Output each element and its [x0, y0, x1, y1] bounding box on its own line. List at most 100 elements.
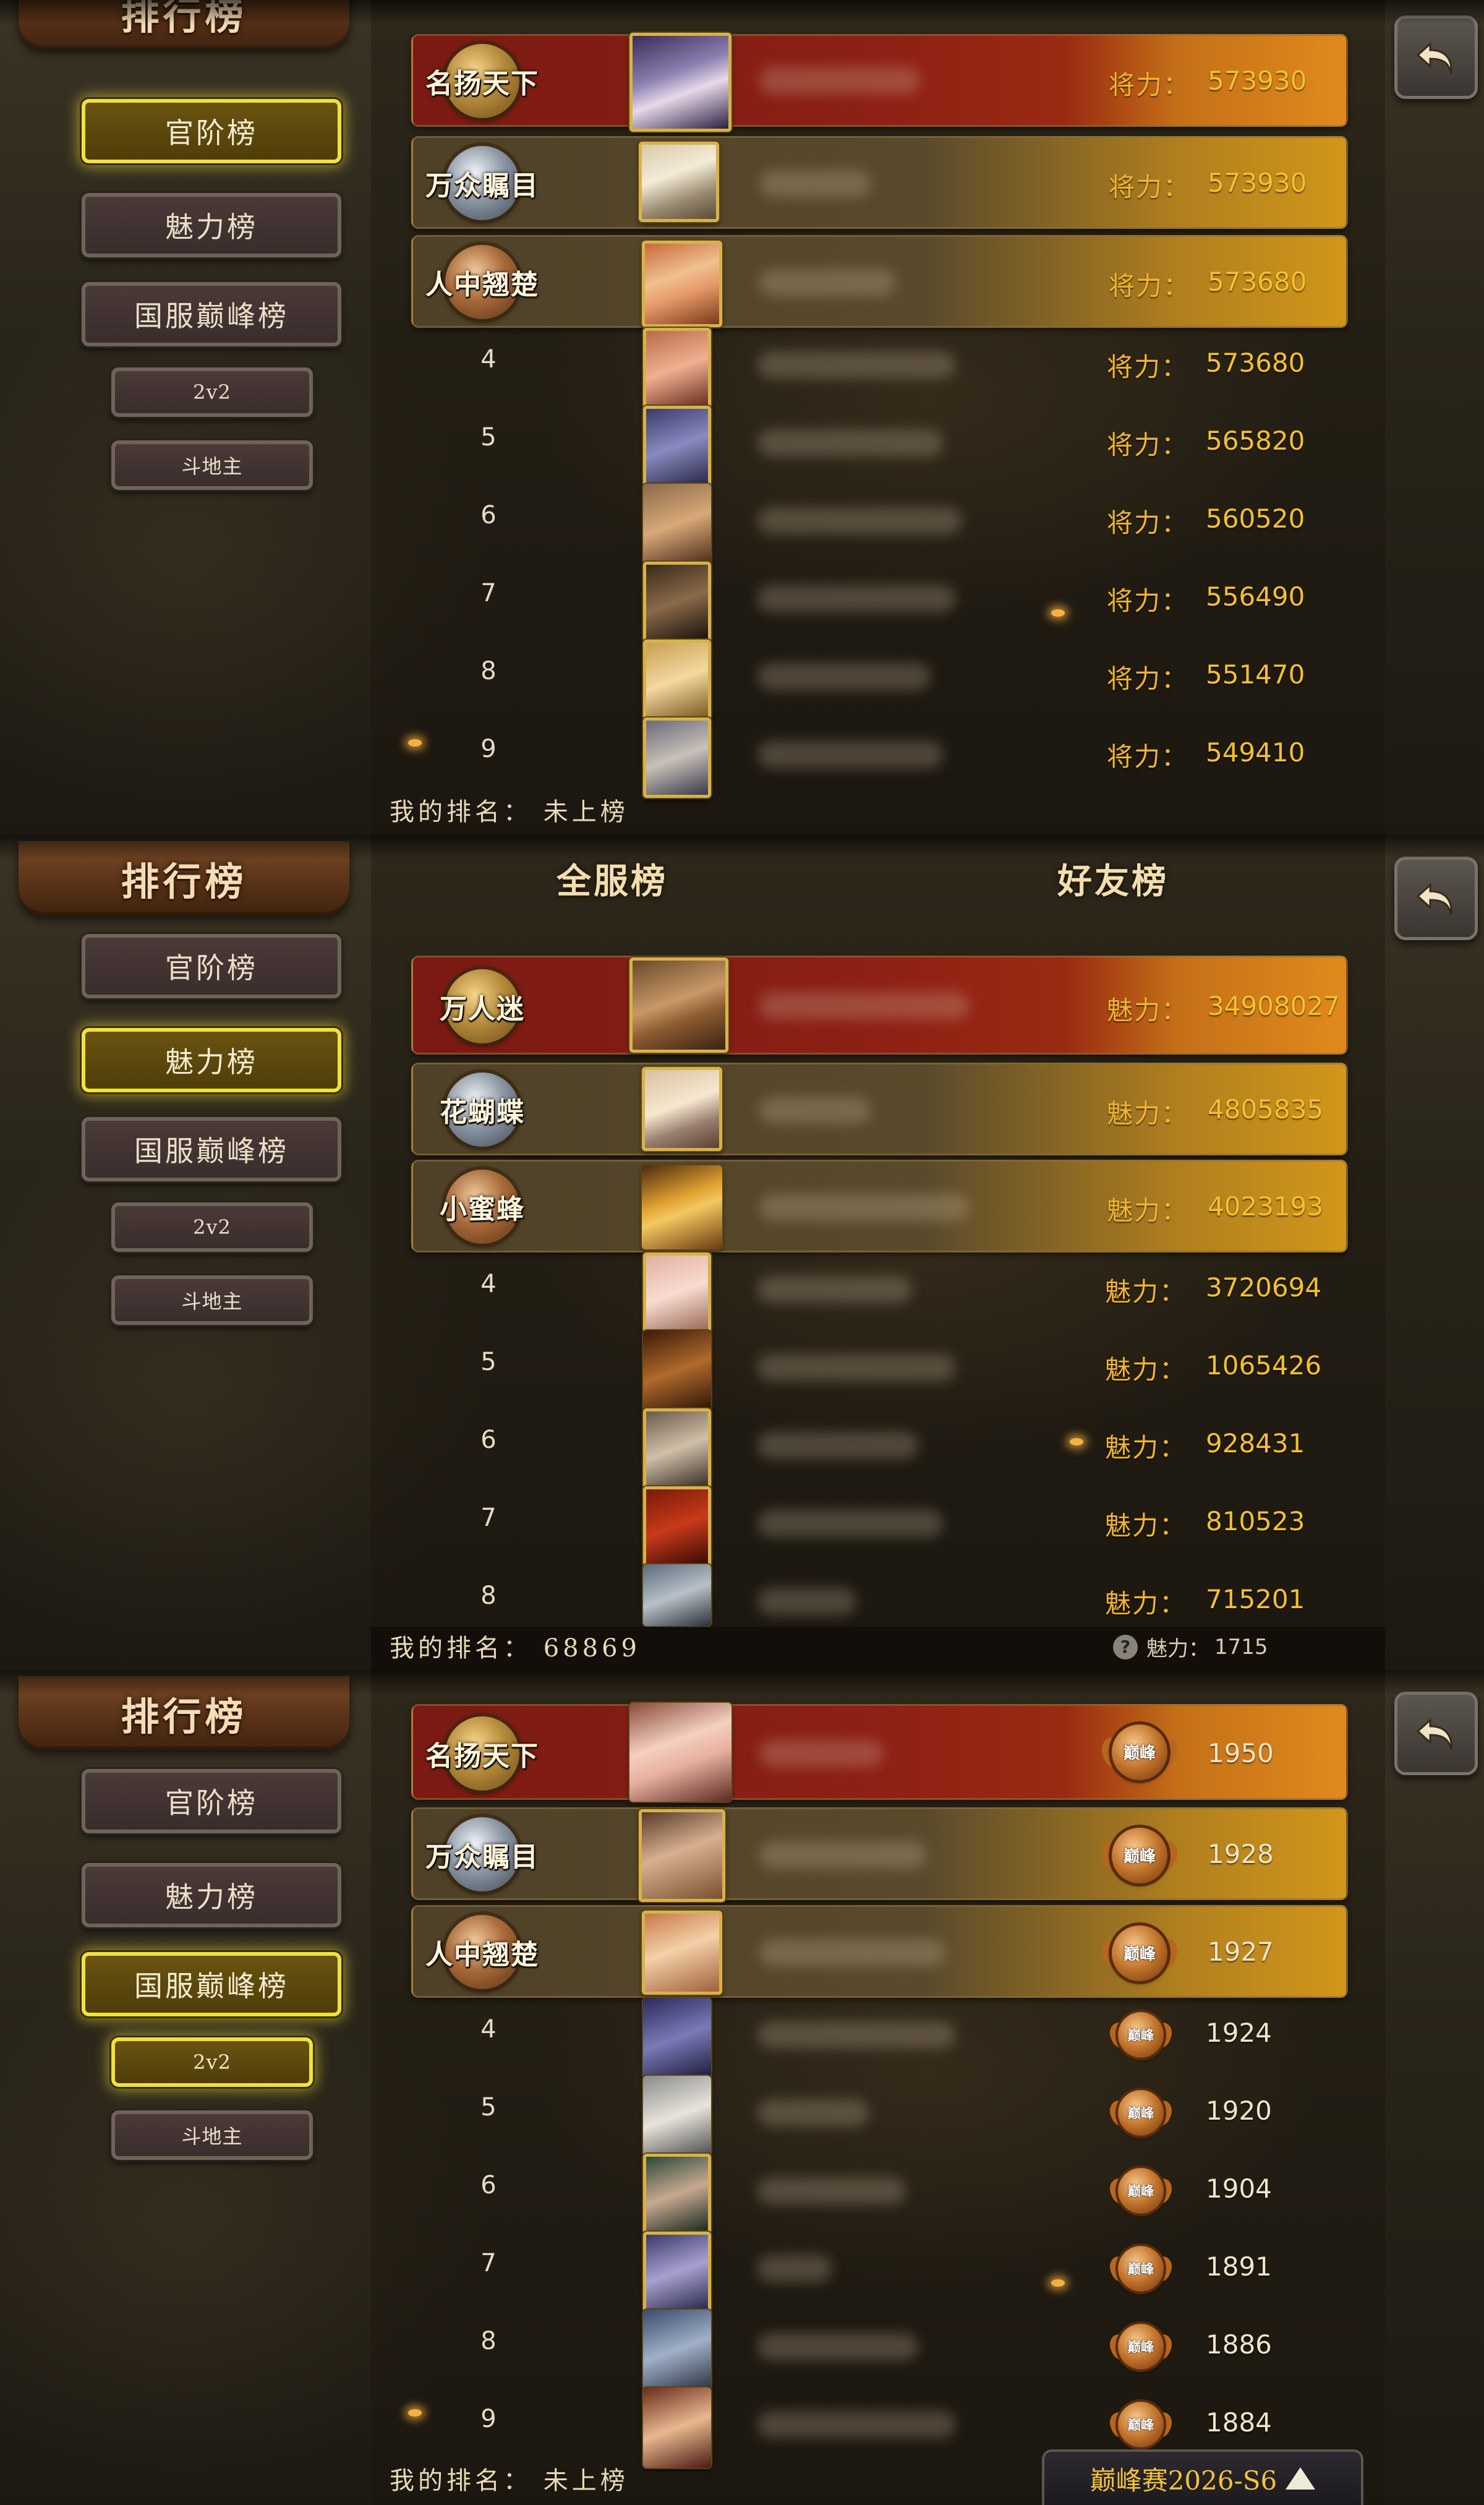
nav-2v2[interactable]: 2v2	[111, 2037, 313, 2087]
rank-row-6[interactable]: 6 巅峰 1904	[411, 2154, 1348, 2234]
triangle-up-icon[interactable]	[1286, 2467, 1316, 2490]
player-avatar[interactable]	[639, 1809, 725, 1902]
nav-peak-rank[interactable]: 国服巅峰榜	[82, 282, 341, 346]
player-avatar[interactable]	[643, 2232, 711, 2312]
player-avatar[interactable]	[643, 2310, 711, 2390]
rank-row-5[interactable]: 5 魅力： 1065426	[411, 1330, 1348, 1411]
player-avatar[interactable]	[642, 1911, 722, 1995]
rank-row-8[interactable]: 8 将力： 551470	[411, 640, 1348, 720]
nav-official-rank[interactable]: 官阶榜	[82, 1769, 341, 1833]
season-selector[interactable]: 巅峰赛2026-S6	[1042, 2449, 1363, 2505]
player-avatar[interactable]	[629, 1703, 731, 1802]
rank-row-5[interactable]: 5 将力： 565820	[411, 406, 1348, 486]
player-avatar[interactable]	[643, 328, 711, 408]
nav-peak-rank[interactable]: 国服巅峰榜	[82, 1952, 341, 2016]
nav-landlord[interactable]: 斗地主	[111, 440, 313, 490]
nav-2v2[interactable]: 2v2	[111, 367, 313, 417]
player-avatar[interactable]	[643, 1486, 711, 1567]
player-avatar[interactable]	[643, 1330, 711, 1411]
nav-official-rank[interactable]: 官阶榜	[82, 99, 341, 163]
player-name-hidden	[757, 507, 962, 534]
rank-row-1[interactable]: 万人迷 魅力： 34908027	[411, 956, 1348, 1055]
rank-row-7[interactable]: 7 将力： 556490	[411, 562, 1348, 642]
rank-row-6[interactable]: 6 魅力： 928431	[411, 1408, 1348, 1489]
player-name-hidden	[757, 585, 955, 612]
tab-friends[interactable]: 好友榜	[1057, 854, 1169, 904]
player-avatar[interactable]	[629, 33, 731, 132]
rank-row-6[interactable]: 6 将力： 560520	[411, 484, 1348, 564]
my-rank: 我的排名： 未上榜	[390, 2460, 629, 2496]
rank-row-7[interactable]: 7 巅峰 1891	[411, 2232, 1348, 2312]
player-avatar[interactable]	[643, 717, 711, 798]
player-avatar[interactable]	[629, 957, 728, 1053]
ember-particle	[1070, 1438, 1083, 1445]
player-avatar[interactable]	[642, 1165, 722, 1249]
my-rank: 我的排名： 68869	[390, 1628, 641, 1664]
nav-2v2[interactable]: 2v2	[111, 1202, 313, 1252]
nav-official-rank[interactable]: 官阶榜	[82, 934, 341, 998]
nav-peak-rank[interactable]: 国服巅峰榜	[82, 1117, 341, 1181]
player-avatar[interactable]	[643, 1252, 711, 1333]
player-avatar[interactable]	[643, 406, 711, 486]
rank-row-1[interactable]: 名扬天下 巅峰 1950	[411, 1703, 1348, 1802]
charm-label: 魅力：	[1105, 1277, 1187, 1307]
peak-badge-icon: 巅峰	[1106, 2007, 1176, 2063]
player-name-hidden	[759, 992, 970, 1019]
player-avatar[interactable]	[643, 1564, 711, 1626]
rank-row-4[interactable]: 4 巅峰 1924	[411, 1998, 1348, 2078]
ranking-title: 排行榜	[19, 841, 349, 915]
peak-badge-icon: 巅峰	[1097, 1822, 1182, 1890]
player-avatar[interactable]	[643, 640, 711, 720]
rank-number: 4	[480, 1270, 497, 1298]
rank-row-9[interactable]: 9 将力： 549410	[411, 717, 1348, 798]
player-avatar[interactable]	[643, 484, 711, 564]
player-avatar[interactable]	[643, 1998, 711, 2078]
rank-row-3[interactable]: 人中翘楚 巅峰 1927	[411, 1905, 1348, 1998]
rank-row-3[interactable]: 小蜜蜂 魅力： 4023193	[411, 1160, 1348, 1252]
player-avatar[interactable]	[642, 241, 722, 327]
back-button[interactable]	[1394, 15, 1478, 99]
player-avatar[interactable]	[643, 2076, 711, 2156]
rank-row-4[interactable]: 4 魅力： 3720694	[411, 1252, 1348, 1333]
peak-badge-icon: 巅峰	[1097, 1919, 1182, 1987]
nav-charm-rank[interactable]: 魅力榜	[82, 193, 341, 257]
player-avatar[interactable]	[643, 1408, 711, 1489]
rank-number: 6	[480, 2171, 497, 2199]
my-rank-value: 68869	[543, 1634, 641, 1663]
back-button[interactable]	[1394, 857, 1478, 940]
player-name-hidden	[757, 2255, 832, 2282]
question-icon[interactable]: ?	[1113, 1634, 1138, 1659]
rank-row-8[interactable]: 8 巅峰 1886	[411, 2310, 1348, 2390]
rank-row-2[interactable]: 万众瞩目 将力： 573930	[411, 136, 1348, 229]
rank-row-7[interactable]: 7 魅力： 810523	[411, 1486, 1348, 1567]
rank-number: 4	[480, 345, 497, 374]
player-avatar[interactable]	[639, 142, 719, 222]
rank-row-3[interactable]: 人中翘楚 将力： 573680	[411, 235, 1348, 328]
player-name-hidden	[759, 1740, 883, 1767]
rank-row-2[interactable]: 花蝴蝶 魅力： 4805835	[411, 1063, 1348, 1155]
rank-row-5[interactable]: 5 巅峰 1920	[411, 2076, 1348, 2156]
rank-row-1[interactable]: 名扬天下 将力： 573930	[411, 33, 1348, 132]
player-avatar[interactable]	[643, 2154, 711, 2234]
peak-score: 1891	[1206, 2251, 1272, 2282]
player-avatar[interactable]	[643, 2387, 711, 2468]
rank-number: 9	[480, 735, 497, 763]
nav-charm-rank[interactable]: 魅力榜	[82, 1863, 341, 1927]
power-value: 551470	[1206, 659, 1305, 690]
nav-landlord[interactable]: 斗地主	[111, 1275, 313, 1325]
back-button[interactable]	[1394, 1692, 1478, 1775]
back-arrow-icon	[1416, 41, 1452, 74]
rank-row-4[interactable]: 4 将力： 573680	[411, 328, 1348, 408]
power-value: 573930	[1208, 66, 1307, 96]
my-rank-label: 我的排名：	[390, 798, 532, 826]
player-avatar[interactable]	[643, 562, 711, 642]
tab-server-wide[interactable]: 全服榜	[556, 854, 668, 904]
nav-landlord[interactable]: 斗地主	[111, 2110, 313, 2160]
nav-charm-rank[interactable]: 魅力榜	[82, 1028, 341, 1092]
peak-badge-icon: 巅峰	[1106, 2085, 1176, 2141]
rank-row-2[interactable]: 万众瞩目 巅峰 1928	[411, 1807, 1348, 1902]
power-value: 549410	[1206, 737, 1305, 768]
rank-row-8[interactable]: 8 魅力： 715201	[411, 1564, 1348, 1626]
player-name-hidden	[759, 1939, 945, 1966]
player-avatar[interactable]	[642, 1067, 722, 1151]
